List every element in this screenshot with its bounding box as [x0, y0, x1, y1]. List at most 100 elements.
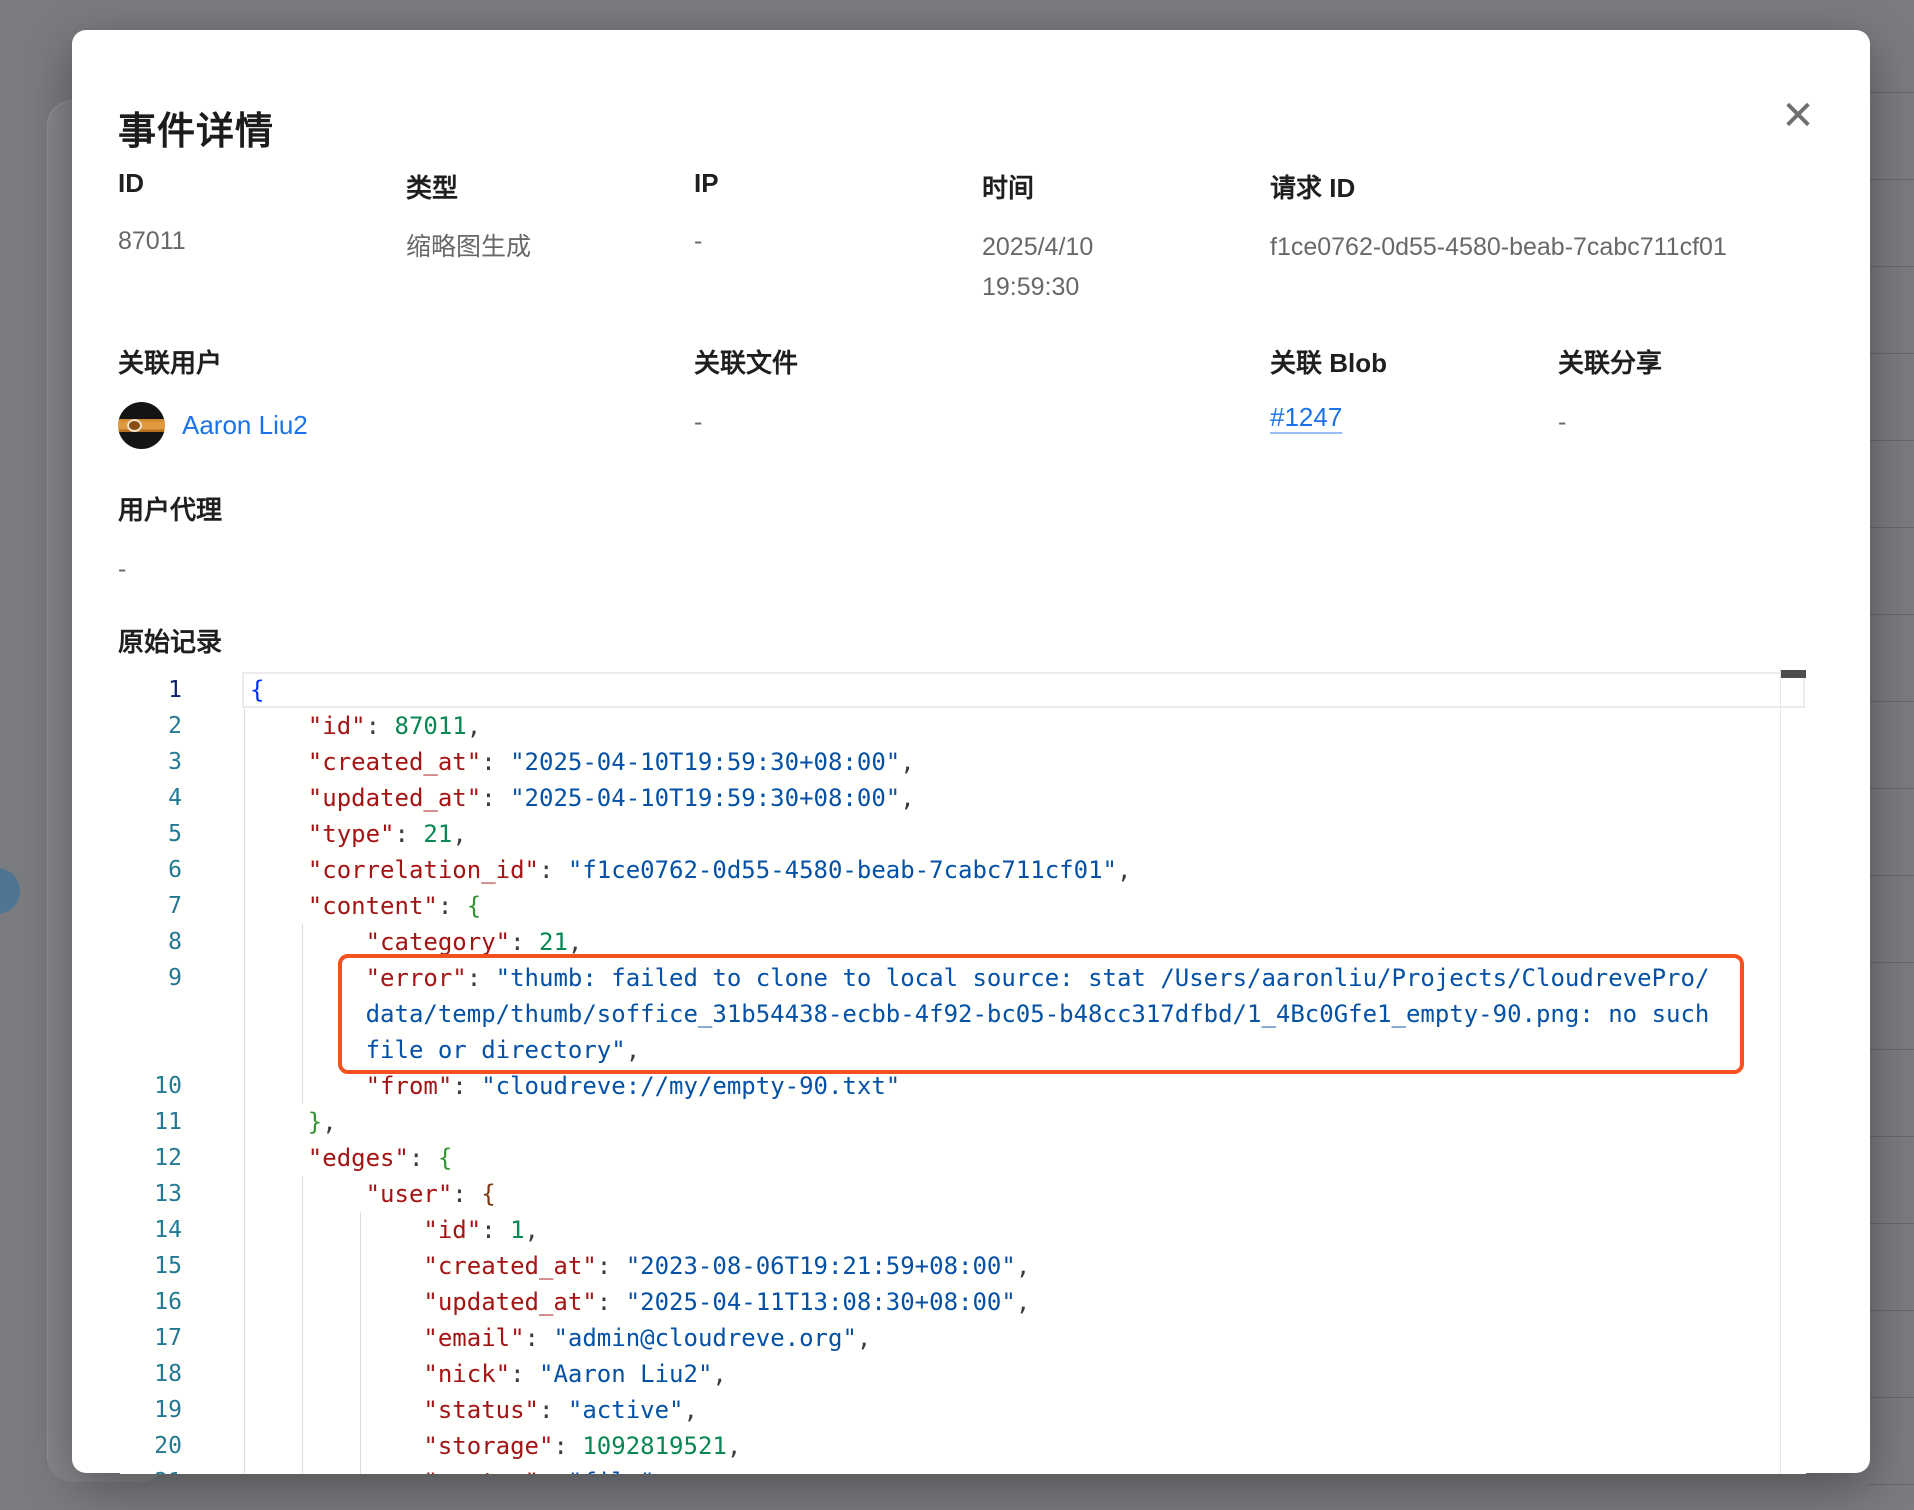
field-label: IP [694, 168, 982, 199]
line-number: 8 [120, 924, 182, 960]
line-number: 18 [120, 1356, 182, 1392]
code-text: "correlation_id": "f1ce0762-0d55-4580-be… [250, 852, 1131, 888]
line-number: 5 [120, 816, 182, 852]
raw-record-editor[interactable]: 1{2"id": 87011,3"created_at": "2025-04-1… [120, 668, 1806, 1474]
field-value: - [1558, 402, 1846, 442]
info-field: 关联 Blob #1247 [1270, 343, 1558, 449]
field-label: ID [118, 168, 406, 199]
field-value: - [118, 549, 222, 589]
scrollbar-track [1780, 668, 1781, 1474]
code-text: "avatar": "file", [250, 1464, 669, 1474]
code-text: "edges": { [250, 1140, 452, 1176]
info-field: 请求 IDf1ce0762-0d55-4580-beab-7cabc711cf0… [1270, 168, 1846, 307]
code-text: file or directory", [250, 1032, 640, 1068]
line-number: 13 [120, 1176, 182, 1212]
info-field: IP - [694, 168, 982, 307]
avatar-emblem [127, 419, 142, 432]
event-detail-dialog: 事件详情 ✕ ID87011类型缩略图生成IP-时间2025/4/10 19:5… [72, 30, 1870, 1473]
line-number: 19 [120, 1392, 182, 1428]
code-line-row: 3"created_at": "2025-04-10T19:59:30+08:0… [120, 744, 1806, 780]
related-blob-link[interactable]: #1247 [1270, 402, 1342, 432]
code-text: "storage": 1092819521, [250, 1428, 741, 1464]
code-line-row: 17 "email": "admin@cloudreve.org", [120, 1320, 1806, 1356]
code-text: "category": 21, [250, 924, 582, 960]
code-line-row: 9 "error": "thumb: failed to clone to loc… [120, 960, 1806, 996]
related-user: Aaron Liu2 [118, 402, 694, 449]
info-field: 类型缩略图生成 [406, 168, 694, 307]
line-number: 20 [120, 1428, 182, 1464]
code-line-row: 18 "nick": "Aaron Liu2", [120, 1356, 1806, 1392]
code-text: "user": { [250, 1176, 496, 1212]
code-text: "created_at": "2023-08-06T19:21:59+08:00… [250, 1248, 1030, 1284]
code-line-row: 7 "content": { [120, 888, 1806, 924]
code-line-row: 8 "category": 21, [120, 924, 1806, 960]
scrollbar-thumb[interactable] [1781, 670, 1806, 678]
code-text: "from": "cloudreve://my/empty-90.txt" [250, 1068, 900, 1104]
code-line-row: 16 "updated_at": "2025-04-11T13:08:30+08:… [120, 1284, 1806, 1320]
code-line-row: 10 "from": "cloudreve://my/empty-90.txt" [120, 1068, 1806, 1104]
line-number: 11 [120, 1104, 182, 1140]
info-fields-grid: ID87011类型缩略图生成IP -时间 2025/4/10 19:59:30 请求 … [118, 168, 1846, 307]
avatar [118, 402, 165, 449]
field-value: - [694, 402, 1270, 442]
line-number: 10 [120, 1068, 182, 1104]
code-text: "nick": "Aaron Liu2", [250, 1356, 727, 1392]
field-label: 关联 Blob [1270, 343, 1558, 380]
field-label: 用户代理 [118, 490, 222, 527]
relation-fields-grid: 关联用户 Aaron Liu2 关联文件 -关联 Blob #1247 关联分享 - [118, 343, 1846, 449]
code-text: "updated_at": "2025-04-11T13:08:30+08:00… [250, 1284, 1030, 1320]
code-line-row: 20 "storage": 1092819521, [120, 1428, 1806, 1464]
code-line-row: 6 "correlation_id": "f1ce0762-0d55-4580-b… [120, 852, 1806, 888]
code-text: }, [250, 1104, 337, 1140]
field-label: 关联用户 [118, 343, 694, 380]
close-button[interactable]: ✕ [1770, 88, 1826, 144]
raw-record-label: 原始记录 [118, 622, 222, 659]
code-line-row: file or directory", [120, 1032, 1806, 1068]
code-text: "type": 21, [250, 816, 467, 852]
code-line-row: 13 "user": { [120, 1176, 1806, 1212]
code-text: "content": { [250, 888, 481, 924]
info-field: 关联分享 - [1558, 343, 1846, 449]
code-line-row: 11}, [120, 1104, 1806, 1140]
info-field: ID87011 [118, 168, 406, 307]
field-label: 时间 [982, 168, 1270, 205]
line-number: 15 [120, 1248, 182, 1284]
related-user-link[interactable]: Aaron Liu2 [182, 410, 308, 441]
line-number: 16 [120, 1284, 182, 1320]
code-text: data/temp/thumb/soffice_31b54438-ecbb-4f… [250, 996, 1709, 1032]
code-line-row: 19 "status": "active", [120, 1392, 1806, 1428]
field-label: 请求 ID [1270, 168, 1846, 205]
field-label: 类型 [406, 168, 694, 205]
code-line-row: data/temp/thumb/soffice_31b54438-ecbb-4f… [120, 996, 1806, 1032]
code-line-row: 5 "type": 21, [120, 816, 1806, 852]
info-field: 关联文件 - [694, 343, 1270, 449]
field-value: - [694, 221, 982, 261]
info-field: 时间 2025/4/10 19:59:30 [982, 168, 1270, 307]
user-agent-field: 用户代理 - [118, 490, 222, 589]
code-text: { [250, 672, 264, 708]
code-line-row: 4 "updated_at": "2025-04-10T19:59:30+08:0… [120, 780, 1806, 816]
code-text: "id": 1, [250, 1212, 539, 1248]
line-number: 1 [120, 672, 182, 708]
code-text: "updated_at": "2025-04-10T19:59:30+08:00… [250, 780, 915, 816]
background-table-rows [1868, 0, 1914, 1510]
code-line-row: 15 "created_at": "2023-08-06T19:21:59+08:… [120, 1248, 1806, 1284]
code-line-row: 21"avatar": "file", [120, 1464, 1806, 1474]
page-title: 事件详情 [118, 100, 274, 155]
code-text: "status": "active", [250, 1392, 698, 1428]
line-number: 6 [120, 852, 182, 888]
code-text: "email": "admin@cloudreve.org", [250, 1320, 871, 1356]
line-number: 17 [120, 1320, 182, 1356]
close-icon: ✕ [1781, 96, 1815, 136]
code-line-row: 2"id": 87011, [120, 708, 1806, 744]
code-line-row: 1{ [120, 672, 1806, 708]
field-value: 2025/4/10 19:59:30 [982, 227, 1182, 307]
line-number: 4 [120, 780, 182, 816]
code-line-row: 12"edges": { [120, 1140, 1806, 1176]
field-label: 关联文件 [694, 343, 1270, 380]
background-fab-circle [0, 868, 20, 914]
code-text: "error": "thumb: failed to clone to loca… [250, 960, 1709, 996]
field-label: 关联分享 [1558, 343, 1846, 380]
line-number: 9 [120, 960, 182, 996]
line-number: 7 [120, 888, 182, 924]
